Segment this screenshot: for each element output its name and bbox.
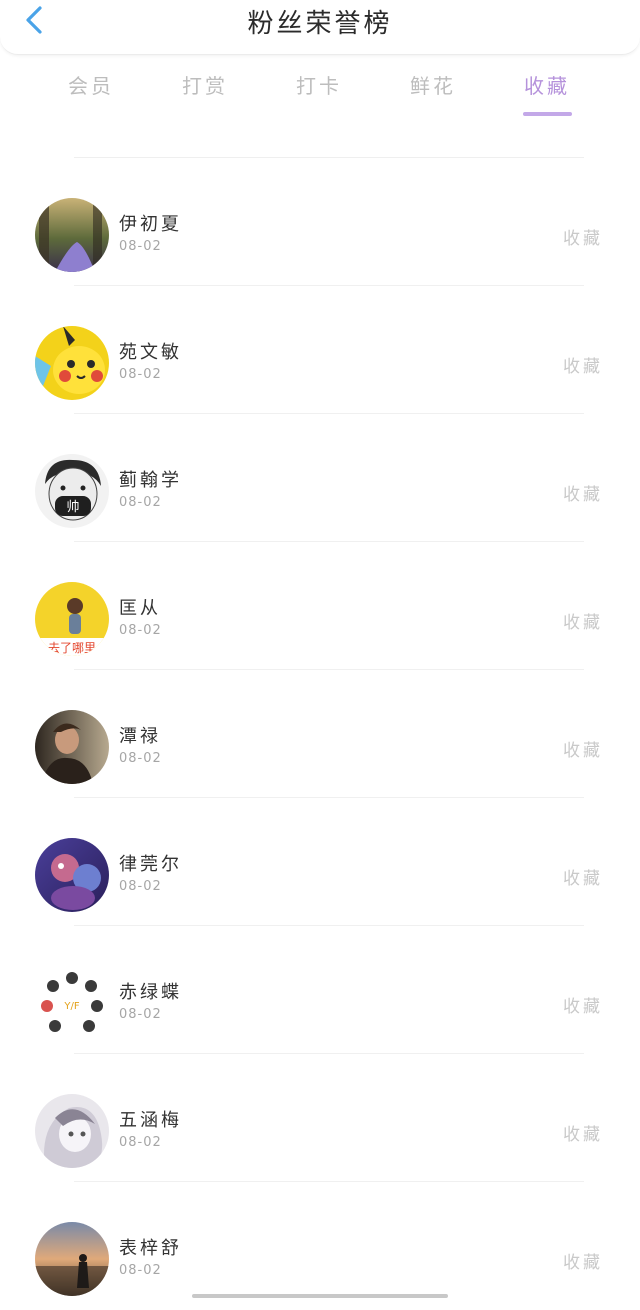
fan-date: 08-02 <box>119 367 162 382</box>
avatar[interactable] <box>35 1094 109 1168</box>
fan-date: 08-02 <box>119 495 162 510</box>
action-tag: 收藏 <box>563 997 603 1017</box>
tab-member[interactable]: 会员 <box>34 70 148 99</box>
action-tag: 收藏 <box>563 741 603 761</box>
fan-name: 律莞尔 <box>119 854 182 875</box>
active-tab-indicator <box>523 112 572 116</box>
fan-name: 苑文敏 <box>119 342 182 363</box>
action-tag: 收藏 <box>563 1253 603 1273</box>
svg-text:Y/F: Y/F <box>63 1001 79 1012</box>
list-item[interactable]: 表梓舒 08-02 收藏 <box>0 1182 640 1310</box>
action-tag: 收藏 <box>563 229 603 249</box>
tab-favorites[interactable]: 收藏 <box>490 70 604 99</box>
svg-text:帅: 帅 <box>66 500 79 515</box>
svg-text:去了哪里: 去了哪里 <box>48 641 96 655</box>
page-title: 粉丝荣誉榜 <box>247 9 393 39</box>
fan-name: 蓟翰学 <box>119 470 182 491</box>
list-item[interactable]: Y/F 赤绿蝶 08-02 收藏 <box>0 926 640 1054</box>
tab-tip[interactable]: 打赏 <box>148 70 262 99</box>
fan-name: 匡从 <box>119 598 161 619</box>
tab-bar: 会员 打赏 打卡 鲜花 收藏 <box>34 60 606 120</box>
fan-date: 08-02 <box>119 1135 162 1150</box>
list-item[interactable]: 帅 蓟翰学 08-02 收藏 <box>0 414 640 542</box>
fan-date: 08-02 <box>119 751 162 766</box>
action-tag: 收藏 <box>563 869 603 889</box>
list-item[interactable]: 苑文敏 08-02 收藏 <box>0 286 640 414</box>
fan-name: 潭禄 <box>119 726 161 747</box>
fan-date: 08-02 <box>119 1263 162 1278</box>
fan-date: 08-02 <box>119 1007 162 1022</box>
action-tag: 收藏 <box>563 357 603 377</box>
list-item[interactable]: 五涵梅 08-02 收藏 <box>0 1054 640 1182</box>
fan-date: 08-02 <box>119 239 162 254</box>
fan-name: 赤绿蝶 <box>119 982 182 1003</box>
list-item[interactable]: 伊初夏 08-02 收藏 <box>0 158 640 286</box>
header-bar: 粉丝荣誉榜 <box>0 0 640 55</box>
action-tag: 收藏 <box>563 613 603 633</box>
list-item[interactable]: 去了哪里 匡从 08-02 收藏 <box>0 542 640 670</box>
avatar[interactable] <box>35 710 109 784</box>
avatar[interactable]: Y/F <box>35 966 109 1040</box>
fan-name: 五涵梅 <box>119 1110 182 1131</box>
avatar[interactable]: 去了哪里 <box>35 582 109 656</box>
avatar[interactable] <box>35 1222 109 1296</box>
avatar[interactable] <box>35 326 109 400</box>
fan-date: 08-02 <box>119 879 162 894</box>
fan-name: 伊初夏 <box>119 214 182 235</box>
list-item[interactable]: 潭禄 08-02 收藏 <box>0 670 640 798</box>
fan-name: 表梓舒 <box>119 1238 182 1259</box>
tab-flowers[interactable]: 鲜花 <box>376 70 490 99</box>
action-tag: 收藏 <box>563 485 603 505</box>
action-tag: 收藏 <box>563 1125 603 1145</box>
avatar[interactable]: 帅 <box>35 454 109 528</box>
list-item[interactable]: 律莞尔 08-02 收藏 <box>0 798 640 926</box>
tab-checkin[interactable]: 打卡 <box>262 70 376 99</box>
fan-date: 08-02 <box>119 623 162 638</box>
avatar[interactable] <box>35 198 109 272</box>
home-indicator[interactable] <box>192 1294 448 1298</box>
avatar[interactable] <box>35 838 109 912</box>
